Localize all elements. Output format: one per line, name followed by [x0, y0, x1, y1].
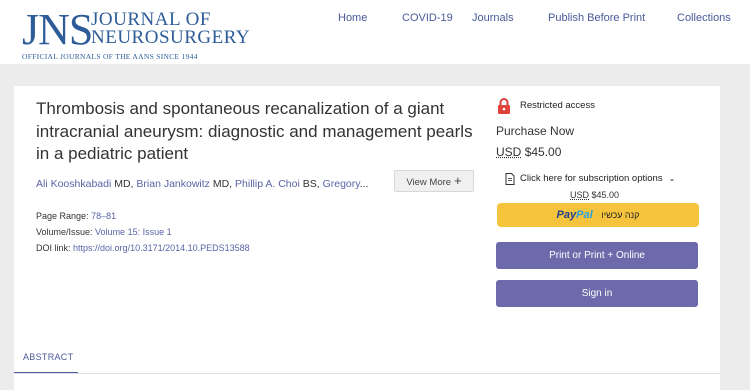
paypal-buy-now-label: קנה עכשיו	[601, 210, 640, 220]
nav-covid-19[interactable]: COVID-19	[402, 12, 453, 24]
page-range: Page Range: 78–81	[36, 211, 116, 221]
volume-issue: Volume/Issue: Volume 15: Issue 1	[36, 227, 172, 237]
author-degree: MD,	[209, 178, 236, 190]
author-link[interactable]: Phillip A. Choi	[235, 178, 300, 190]
volume-issue-link[interactable]: Volume 15: Issue 1	[95, 227, 172, 237]
jns-logo[interactable]: JNS JOURNAL OF NEUROSURGERY OFFICIAL JOU…	[22, 5, 250, 62]
purchase-price: USD $45.00	[496, 145, 561, 159]
author-link[interactable]: Brian Jankowitz	[136, 178, 210, 190]
author-ellipsis: ...	[359, 178, 369, 190]
subscription-price-value: $45.00	[591, 190, 620, 200]
currency-code: USD	[496, 145, 522, 159]
paypal-button[interactable]: PayPal קנה עכשיו	[497, 203, 699, 227]
subscription-options-toggle[interactable]: Click here for subscription options ⌄	[520, 173, 675, 184]
logo-tagline: OFFICIAL JOURNALS OF THE AANS SINCE 1944	[22, 52, 198, 61]
doi-link[interactable]: https://doi.org/10.3171/2014.10.PEDS1358…	[73, 243, 250, 253]
article-title: Thrombosis and spontaneous recanalizatio…	[36, 99, 473, 163]
page-range-label: Page Range:	[36, 211, 89, 221]
plus-icon: +	[454, 173, 462, 188]
doi-label: DOI link:	[36, 243, 71, 253]
document-icon	[505, 173, 515, 185]
chevron-down-icon: ⌄	[668, 174, 676, 183]
view-more-button[interactable]: View More +	[394, 170, 474, 192]
author-list: Ali Kooshkabadi MD, Brian Jankowitz MD, …	[36, 177, 388, 191]
paypal-logo-part1: Pay	[556, 209, 577, 221]
logo-acronym: JNS	[22, 5, 93, 54]
author-degree: BS,	[299, 178, 323, 190]
subscription-options-label: Click here for subscription options	[520, 173, 663, 184]
doi: DOI link: https://doi.org/10.3171/2014.1…	[36, 243, 250, 253]
volume-issue-label: Volume/Issue:	[36, 227, 93, 237]
author-link[interactable]: Ali Kooshkabadi	[36, 178, 111, 190]
site-header: JNS JOURNAL OF NEUROSURGERY OFFICIAL JOU…	[0, 0, 750, 64]
nav-collections[interactable]: Collections	[677, 12, 731, 24]
logo-line-2: NEUROSURGERY	[91, 27, 251, 48]
nav-publish-before-print[interactable]: Publish Before Print	[548, 12, 645, 24]
author-degree: MD,	[111, 178, 137, 190]
view-more-label: View More	[406, 177, 452, 188]
subscription-currency: USD	[570, 190, 590, 200]
print-or-online-button[interactable]: Print or Print + Online	[496, 242, 698, 269]
tab-divider	[14, 373, 720, 374]
price-value: $45.00	[524, 145, 562, 159]
tab-abstract[interactable]: ABSTRACT	[14, 342, 78, 374]
paypal-logo-part2: Pal	[576, 209, 593, 221]
purchase-now-heading: Purchase Now	[496, 124, 575, 138]
nav-home[interactable]: Home	[338, 12, 367, 24]
subscription-price: USD $45.00	[570, 190, 619, 200]
lock-icon	[498, 98, 510, 114]
author-link[interactable]: Gregory	[323, 178, 360, 190]
restricted-access-label: Restricted access	[520, 100, 595, 111]
sign-in-button[interactable]: Sign in	[496, 280, 698, 307]
article-card: Thrombosis and spontaneous recanalizatio…	[14, 86, 720, 390]
nav-journals[interactable]: Journals	[472, 12, 514, 24]
page-range-value: 78–81	[91, 211, 117, 221]
